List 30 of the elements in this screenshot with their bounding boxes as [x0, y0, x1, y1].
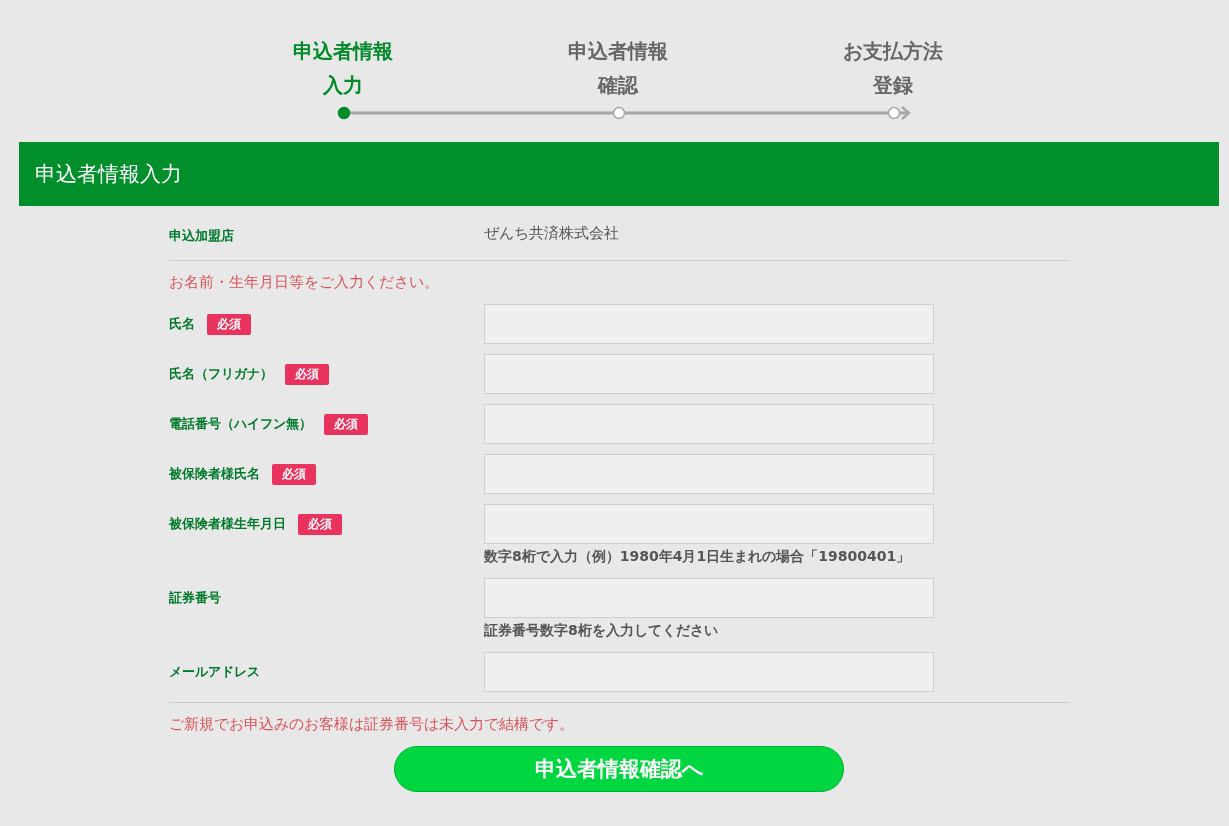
- section-title: 申込者情報入力: [35, 161, 182, 188]
- input-field[interactable]: [484, 354, 934, 394]
- field-hint: 証券番号数字8桁を入力してください: [484, 622, 719, 640]
- notice-text: お名前・生年月日等をご入力ください。: [169, 273, 440, 292]
- required-badge: 必須: [285, 363, 329, 385]
- field-label: メールアドレス: [169, 663, 260, 681]
- input-field[interactable]: [484, 304, 934, 344]
- field-hint: 数字8桁で入力（例）1980年4月1日生まれの場合「19800401」: [484, 548, 912, 566]
- field-label: 証券番号: [169, 589, 221, 607]
- required-badge: 必須: [298, 513, 342, 535]
- field-label: 電話番号（ハイフン無）: [169, 415, 312, 433]
- field-label: 氏名: [169, 315, 195, 333]
- step-label: 申込者情報 入力: [291, 38, 394, 99]
- step-label: お支払方法 登録: [841, 38, 944, 99]
- field-label: 被保険者様氏名: [169, 465, 260, 483]
- input-field[interactable]: [484, 504, 934, 544]
- confirm-button[interactable]: 申込者情報確認へ: [394, 746, 844, 792]
- field-label: 氏名（フリガナ）: [169, 365, 273, 383]
- shop-name: ぜんち共済株式会社: [484, 223, 619, 243]
- input-field[interactable]: [484, 404, 934, 444]
- required-badge: 必須: [207, 313, 251, 335]
- required-badge: 必須: [324, 413, 368, 435]
- notice-text: ご新規でお申込みのお客様は証券番号は未入力で結構です。: [169, 702, 1069, 734]
- field-label: 申込加盟店: [169, 227, 235, 245]
- input-field[interactable]: [484, 454, 934, 494]
- input-field[interactable]: [484, 652, 934, 692]
- step-label: 申込者情報 確認: [566, 38, 669, 99]
- field-label: 被保険者様生年月日: [169, 515, 286, 533]
- input-field[interactable]: [484, 578, 934, 618]
- required-badge: 必須: [272, 463, 316, 485]
